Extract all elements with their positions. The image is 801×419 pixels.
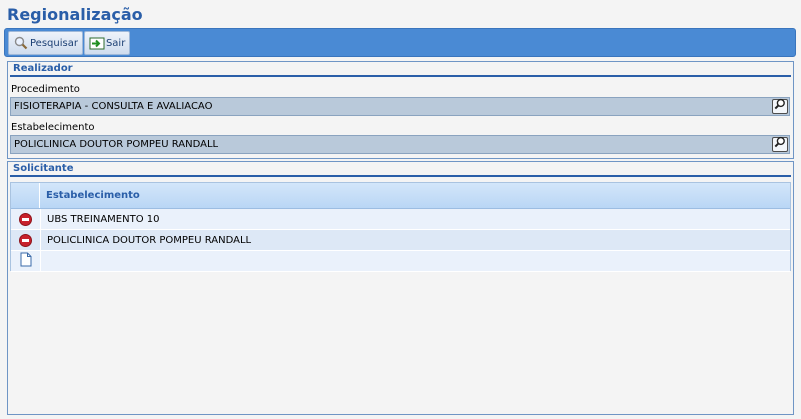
- toolbar: Pesquisar Sair: [4, 28, 796, 57]
- page-title: Regionalização: [7, 5, 143, 24]
- lookup-magnifier-icon: [774, 136, 786, 154]
- remove-row-button[interactable]: [11, 230, 40, 250]
- procedimento-field[interactable]: FISIOTERAPIA - CONSULTA E AVALIACAO: [10, 97, 790, 116]
- grid-header-action-cell: [11, 183, 40, 208]
- remove-icon: [19, 233, 32, 247]
- estabelecimento-field[interactable]: POLICLINICA DOUTOR POMPEU RANDALL: [10, 135, 790, 154]
- solicitante-section: Solicitante Estabelecimento UBS TREINAME…: [7, 161, 794, 415]
- new-row[interactable]: [11, 251, 790, 272]
- exit-button-label: Sair: [105, 37, 126, 49]
- table-row[interactable]: UBS TREINAMENTO 10: [11, 209, 790, 230]
- row-estabelecimento: POLICLINICA DOUTOR POMPEU RANDALL: [40, 230, 790, 250]
- new-row-button[interactable]: [11, 251, 40, 271]
- magnifier-icon: [13, 36, 29, 50]
- search-button[interactable]: Pesquisar: [8, 31, 83, 55]
- remove-row-button[interactable]: [11, 209, 40, 229]
- estabelecimento-value: POLICLINICA DOUTOR POMPEU RANDALL: [14, 139, 219, 150]
- procedimento-lookup-button[interactable]: [772, 98, 788, 116]
- exit-icon: [89, 36, 105, 50]
- procedimento-label: Procedimento: [11, 84, 80, 95]
- estabelecimento-lookup-button[interactable]: [772, 136, 788, 154]
- lookup-magnifier-icon: [774, 98, 786, 116]
- grid-header-estabelecimento[interactable]: Estabelecimento: [40, 183, 790, 208]
- procedimento-value: FISIOTERAPIA - CONSULTA E AVALIACAO: [14, 101, 213, 112]
- solicitante-grid: Estabelecimento UBS TREINAMENTO 10 POLIC…: [10, 182, 791, 272]
- grid-header: Estabelecimento: [11, 183, 790, 209]
- new-document-icon: [20, 252, 32, 270]
- table-row[interactable]: POLICLINICA DOUTOR POMPEU RANDALL: [11, 230, 790, 251]
- realizador-section: Realizador Procedimento FISIOTERAPIA - C…: [7, 61, 794, 159]
- estabelecimento-label: Estabelecimento: [11, 122, 95, 133]
- new-row-cell: [40, 251, 790, 271]
- realizador-legend: Realizador: [10, 62, 791, 77]
- remove-icon: [19, 212, 32, 226]
- row-estabelecimento: UBS TREINAMENTO 10: [40, 209, 790, 229]
- exit-button[interactable]: Sair: [83, 31, 131, 55]
- solicitante-legend: Solicitante: [10, 162, 791, 177]
- search-button-label: Pesquisar: [30, 37, 78, 49]
